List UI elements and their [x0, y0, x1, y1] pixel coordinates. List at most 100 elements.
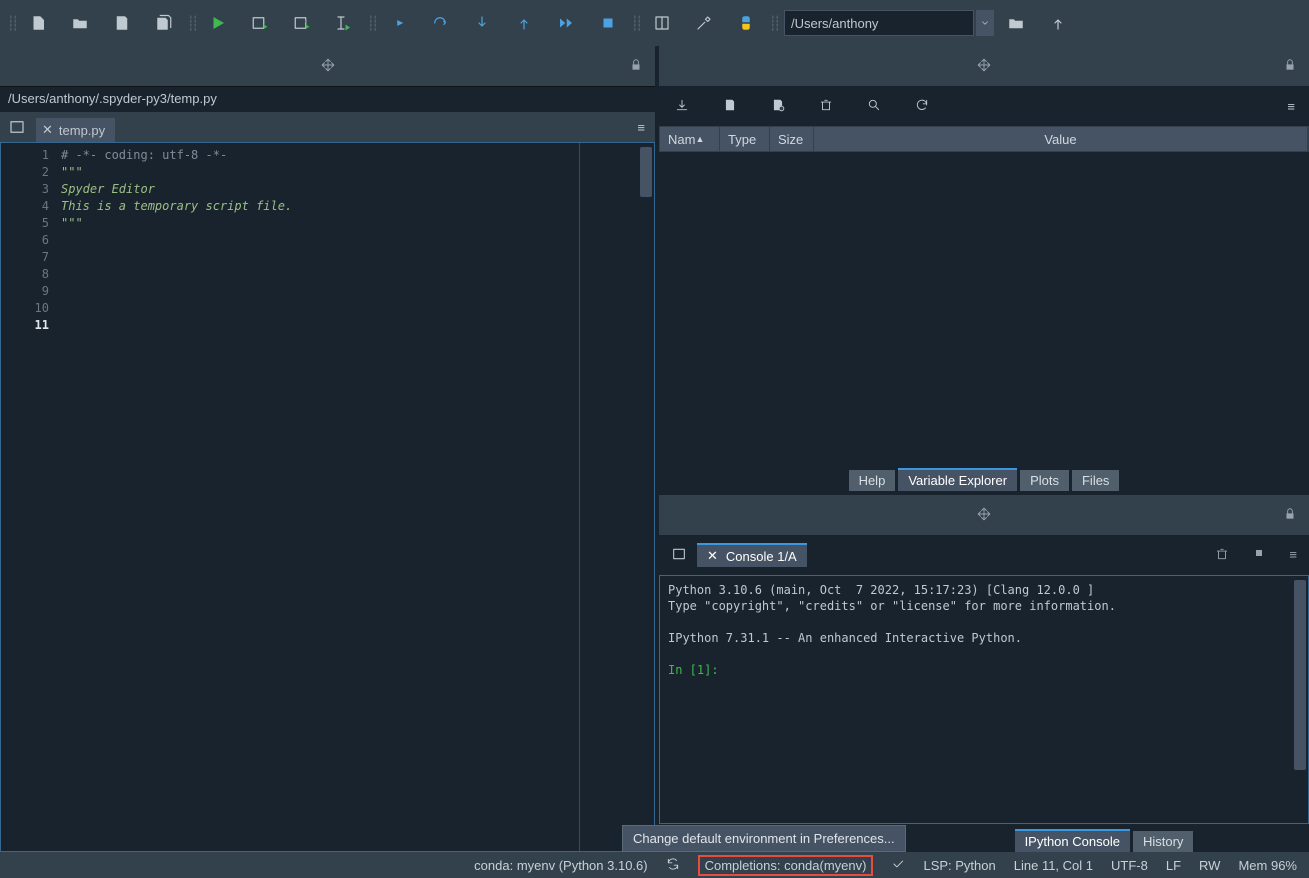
- console-tab-label: Console 1/A: [726, 549, 797, 564]
- console-browse-icon[interactable]: [671, 546, 687, 565]
- search-icon[interactable]: [867, 98, 881, 115]
- interrupt-kernel-icon[interactable]: [1253, 547, 1265, 564]
- lock-icon[interactable]: [1283, 58, 1297, 75]
- run-button[interactable]: [198, 3, 238, 43]
- move-icon: [977, 507, 991, 524]
- status-env-sync-icon[interactable]: [666, 857, 680, 874]
- console-output[interactable]: Python 3.10.6 (main, Oct 7 2022, 15:17:2…: [659, 575, 1309, 824]
- working-directory-input[interactable]: /Users/anthony: [784, 10, 974, 36]
- import-data-icon[interactable]: [675, 98, 689, 115]
- margin-line: [579, 143, 580, 851]
- toolbar-separator: [186, 15, 196, 32]
- toolbar-separator: [768, 15, 778, 32]
- console-tab-1[interactable]: ✕ Console 1/A: [697, 543, 807, 567]
- line-gutter: 1234567891011: [1, 143, 57, 851]
- move-icon: [977, 58, 991, 75]
- close-tab-icon[interactable]: ✕: [707, 548, 718, 564]
- editor-options-icon[interactable]: ≡: [637, 120, 645, 135]
- code-line: # -*- coding: utf-8 -*-: [57, 147, 654, 164]
- col-size[interactable]: Size: [770, 127, 814, 151]
- debug-continue-button[interactable]: [546, 3, 586, 43]
- status-position[interactable]: Line 11, Col 1: [1014, 858, 1093, 873]
- variable-explorer-pane: ≡ Nam ▲ Type Size Value Help Variable Ex…: [659, 46, 1309, 491]
- col-type[interactable]: Type: [720, 127, 770, 151]
- col-value[interactable]: Value: [814, 127, 1308, 151]
- status-lsp[interactable]: LSP: Python: [923, 858, 995, 873]
- move-icon: [321, 58, 335, 75]
- close-tab-icon[interactable]: ✕: [42, 122, 53, 138]
- varexp-body: [659, 152, 1309, 463]
- tab-ipython-console[interactable]: IPython Console: [1015, 829, 1130, 852]
- save-data-icon[interactable]: [723, 98, 737, 115]
- lock-icon[interactable]: [629, 58, 643, 75]
- debug-step-in-button[interactable]: [462, 3, 502, 43]
- code-line: This is a temporary script file.: [57, 198, 654, 215]
- console-options-icon[interactable]: ≡: [1289, 547, 1297, 564]
- browse-dir-button[interactable]: [996, 3, 1036, 43]
- tab-plots[interactable]: Plots: [1020, 470, 1069, 491]
- new-file-button[interactable]: [18, 3, 58, 43]
- remove-all-icon[interactable]: [819, 98, 833, 115]
- editor-tab-temp[interactable]: ✕ temp.py: [36, 118, 115, 142]
- editor-pane-header[interactable]: [0, 46, 655, 86]
- console-pane: ✕ Console 1/A ≡ Python 3.10.6 (main, Oct…: [659, 495, 1309, 852]
- varexp-options-icon[interactable]: ≡: [1287, 99, 1295, 114]
- varexp-toolbar: ≡: [659, 86, 1309, 126]
- debug-button[interactable]: [378, 3, 418, 43]
- python-path-button[interactable]: [726, 3, 766, 43]
- col-name[interactable]: Nam ▲: [660, 127, 720, 151]
- run-selection-button[interactable]: [324, 3, 364, 43]
- code-line: """: [57, 215, 654, 232]
- lock-icon[interactable]: [1283, 507, 1297, 524]
- run-cell-advance-button[interactable]: [282, 3, 322, 43]
- debug-stop-button[interactable]: [588, 3, 628, 43]
- console-tabs-row: ✕ Console 1/A ≡: [659, 535, 1309, 575]
- tab-help[interactable]: Help: [849, 470, 896, 491]
- path-text: /Users/anthony: [791, 16, 878, 31]
- status-completions[interactable]: Completions: conda(myenv): [698, 855, 874, 876]
- open-file-button[interactable]: [60, 3, 100, 43]
- status-lsp-check-icon: [891, 857, 905, 874]
- status-encoding[interactable]: UTF-8: [1111, 858, 1148, 873]
- preferences-button[interactable]: [684, 3, 724, 43]
- save-data-as-icon[interactable]: [771, 98, 785, 115]
- code-line: Spyder Editor: [57, 181, 654, 198]
- console-prompt: In [1]:: [668, 663, 726, 677]
- remove-console-icon[interactable]: [1215, 547, 1229, 564]
- toolbar-separator: [366, 15, 376, 32]
- tab-files[interactable]: Files: [1072, 470, 1119, 491]
- toolbar-separator: [630, 15, 640, 32]
- scrollbar-thumb[interactable]: [640, 147, 652, 197]
- run-cell-button[interactable]: [240, 3, 280, 43]
- path-dropdown-button[interactable]: [976, 10, 994, 36]
- editor-tab-row: ✕ temp.py ≡: [0, 112, 655, 142]
- maximize-pane-button[interactable]: [642, 3, 682, 43]
- debug-step-out-button[interactable]: [504, 3, 544, 43]
- editor-pane: /Users/anthony/.spyder-py3/temp.py ✕ tem…: [0, 46, 655, 852]
- save-button[interactable]: [102, 3, 142, 43]
- refresh-icon[interactable]: [915, 98, 929, 115]
- code-area[interactable]: # -*- coding: utf-8 -*- """ Spyder Edito…: [57, 143, 654, 851]
- file-path-bar: /Users/anthony/.spyder-py3/temp.py: [0, 86, 655, 112]
- file-browser-icon[interactable]: [8, 118, 26, 136]
- env-tooltip: Change default environment in Preference…: [622, 825, 906, 852]
- debug-step-button[interactable]: [420, 3, 460, 43]
- status-env[interactable]: conda: myenv (Python 3.10.6): [474, 858, 647, 873]
- code-editor[interactable]: 1234567891011 # -*- coding: utf-8 -*- ""…: [0, 142, 655, 852]
- toolbar-separator: [6, 15, 16, 32]
- tab-history[interactable]: History: [1133, 831, 1193, 852]
- scrollbar-thumb[interactable]: [1294, 580, 1306, 770]
- parent-dir-button[interactable]: [1038, 3, 1078, 43]
- code-line: """: [57, 164, 654, 181]
- status-rw[interactable]: RW: [1199, 858, 1220, 873]
- varexp-columns: Nam ▲ Type Size Value: [659, 126, 1309, 152]
- varexp-tabs: Help Variable Explorer Plots Files: [659, 463, 1309, 491]
- varexp-header[interactable]: [659, 46, 1309, 86]
- console-header[interactable]: [659, 495, 1309, 535]
- tab-variable-explorer[interactable]: Variable Explorer: [898, 468, 1017, 491]
- status-mem[interactable]: Mem 96%: [1238, 858, 1297, 873]
- status-bar: conda: myenv (Python 3.10.6) Completions…: [0, 852, 1309, 878]
- tab-label: temp.py: [59, 123, 105, 138]
- save-all-button[interactable]: [144, 3, 184, 43]
- status-eol[interactable]: LF: [1166, 858, 1181, 873]
